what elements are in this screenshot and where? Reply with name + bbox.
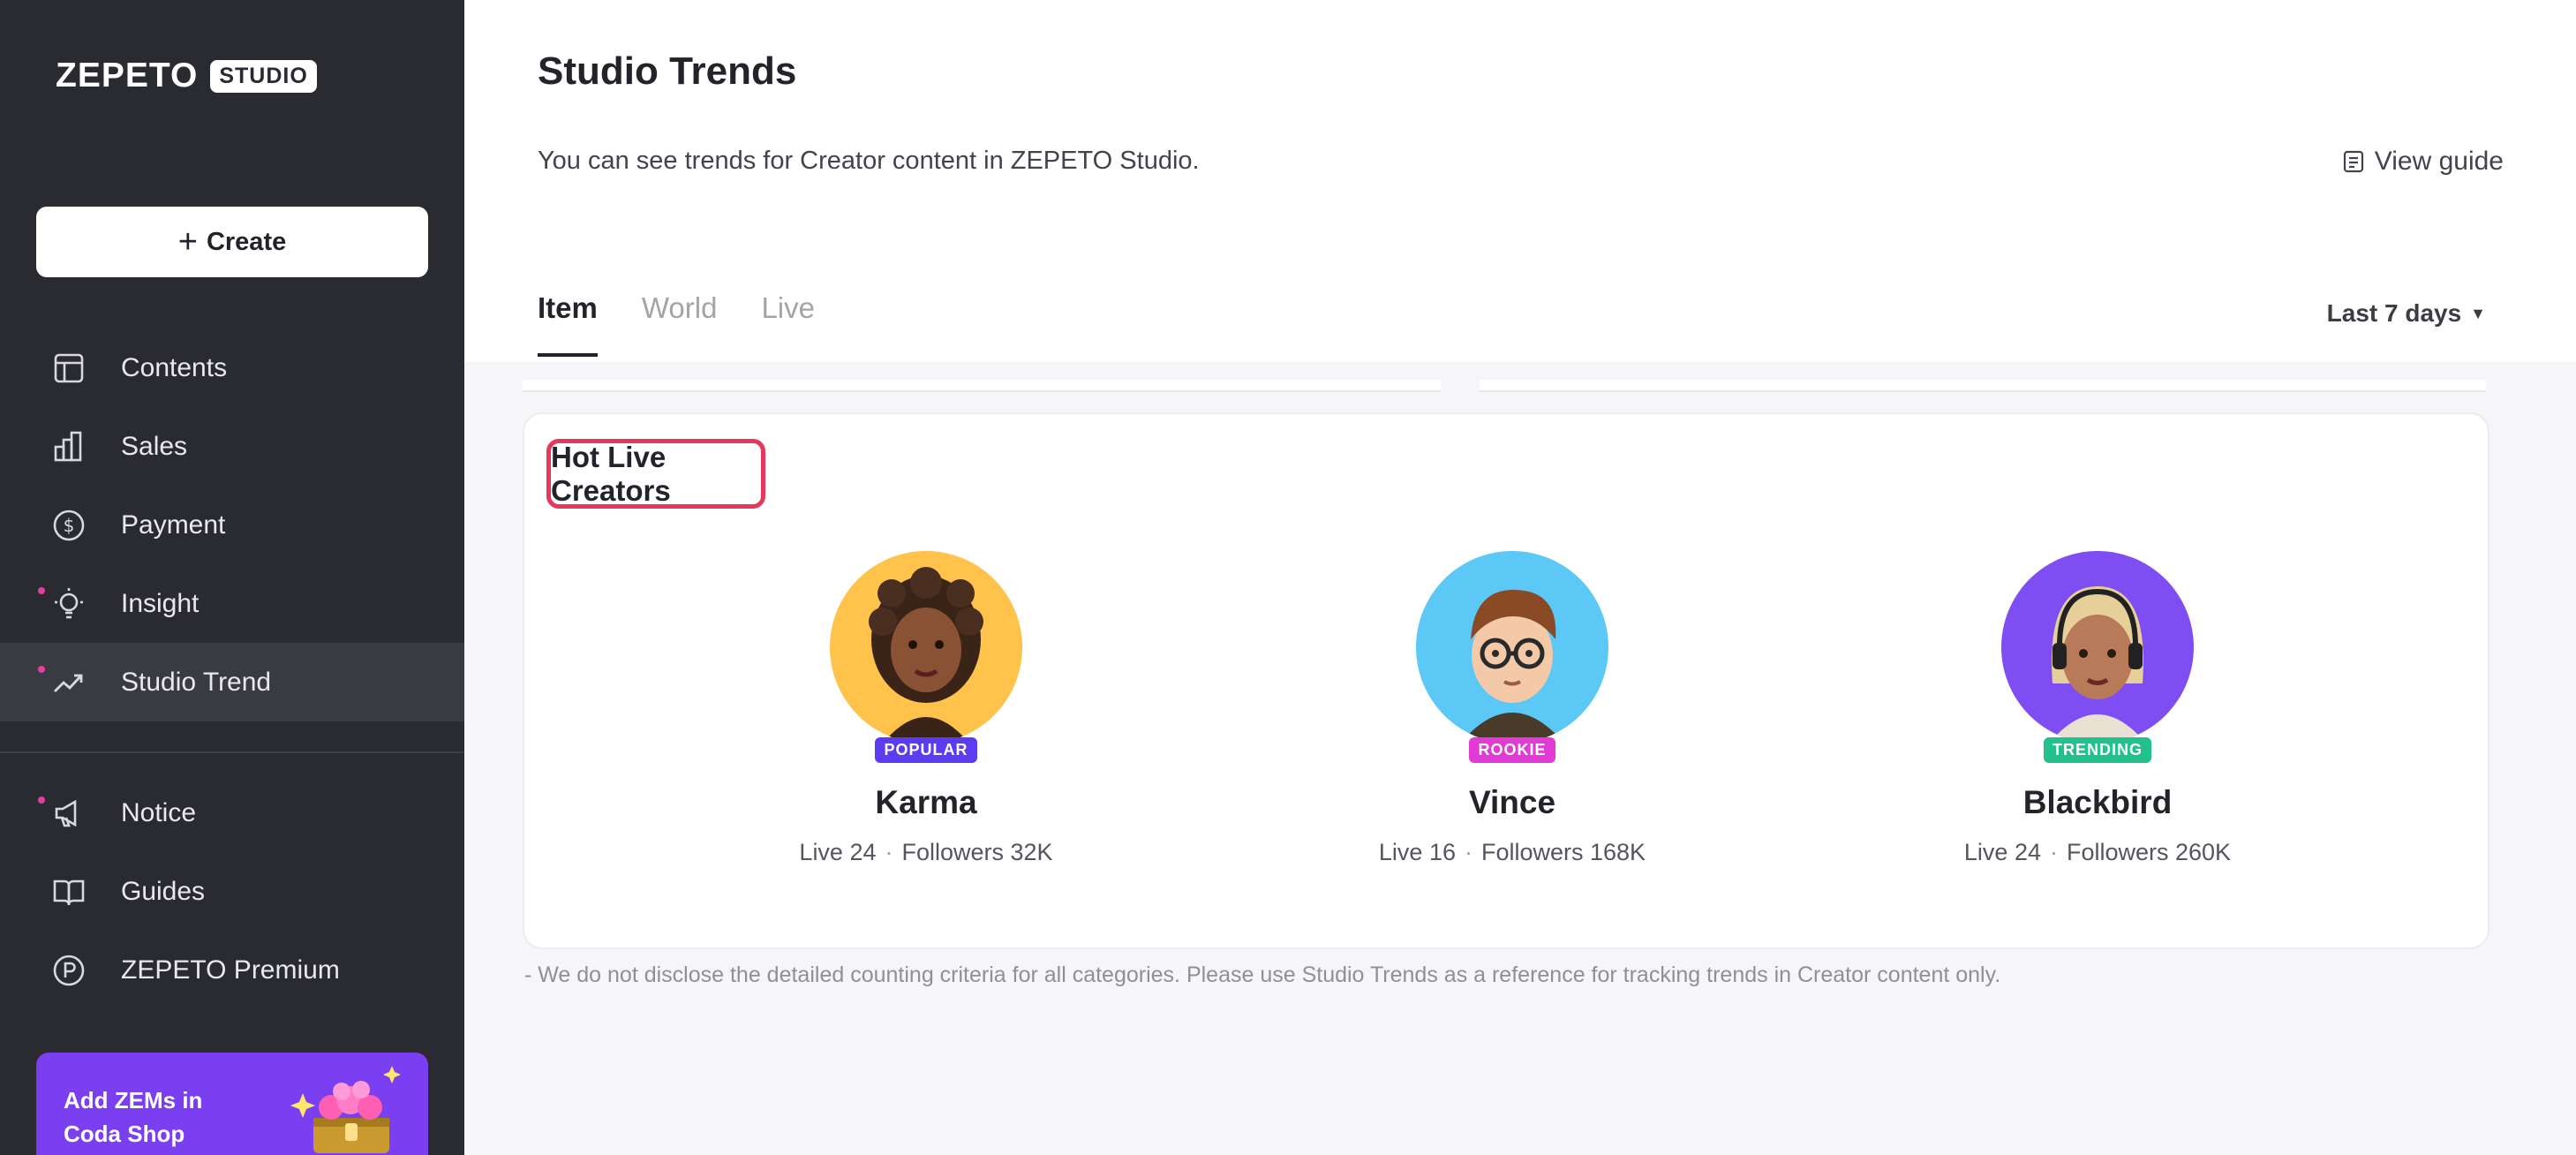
dollar-circle-icon: $ [53, 510, 85, 540]
sidebar-divider [0, 751, 464, 753]
status-badge: ROOKIE [1469, 737, 1555, 763]
main-content: Studio Trends You can see trends for Cre… [464, 0, 2576, 1155]
coda-shop-promo-banner[interactable]: Add ZEMs in Coda Shop [36, 1053, 428, 1155]
sidebar-item-zepeto-premium[interactable]: ZEPETO Premium [0, 931, 464, 1009]
tab-world[interactable]: World [642, 291, 718, 357]
trend-tabs: Item World Live [538, 291, 815, 357]
creator-name: Karma [875, 784, 977, 820]
promo-line-1: Add ZEMs in [64, 1087, 203, 1113]
treasure-chest-icon [290, 1066, 401, 1153]
layout-icon [54, 353, 84, 382]
logo-badge: STUDIO [210, 59, 317, 93]
live-count: Live 24 [1963, 839, 2041, 865]
avatar-illustration [869, 567, 983, 744]
lightbulb-icon [55, 587, 83, 618]
book-icon [53, 879, 85, 905]
promo-text: Add ZEMs in Coda Shop [64, 1083, 202, 1151]
creator-name: Vince [1468, 784, 1556, 820]
megaphone-icon [55, 799, 77, 827]
tab-item[interactable]: Item [538, 291, 598, 357]
sidebar-item-label: Guides [121, 876, 206, 906]
followers-count: Followers 32K [901, 839, 1053, 865]
sidebar-item-contents[interactable]: Contents [0, 328, 464, 407]
section-title: Hot Live Creators [546, 439, 765, 509]
sidebar-item-sales[interactable]: Sales [0, 407, 464, 486]
caret-down-icon: ▼ [2470, 304, 2486, 322]
separator-dot: · [1464, 839, 1473, 865]
trend-up-icon [54, 674, 83, 692]
notification-dot [38, 796, 45, 804]
separator-dot: · [885, 839, 893, 865]
sidebar-nav-main: Contents Sales $ Payment Insight Studio … [0, 328, 464, 721]
creator-stats: Live 24 · Followers 32K [741, 839, 1111, 866]
view-guide-label: View guide [2374, 147, 2504, 176]
panel-edge-right [1480, 380, 2486, 392]
disclaimer-footnote: - We do not disclose the detailed counti… [524, 962, 2001, 987]
sidebar-item-insight[interactable]: Insight [0, 564, 464, 643]
promo-line-2: Coda Shop [64, 1121, 185, 1147]
period-dropdown[interactable]: Last 7 days ▼ [2327, 299, 2486, 328]
separator-dot: · [2049, 839, 2058, 865]
tab-live[interactable]: Live [761, 291, 815, 357]
notification-dot [38, 587, 45, 594]
sidebar-item-label: Sales [121, 431, 188, 461]
sidebar-item-label: Studio Trend [121, 667, 272, 697]
sidebar-item-label: Insight [121, 588, 200, 618]
avatar-illustration [2049, 586, 2146, 744]
sidebar-item-label: Contents [121, 352, 228, 382]
sidebar-item-label: Payment [121, 510, 226, 540]
sidebar-item-label: ZEPETO Premium [121, 955, 340, 985]
sidebar-item-studio-trend[interactable]: Studio Trend [0, 643, 464, 721]
premium-circle-icon [53, 955, 85, 985]
sidebar: ZEPETO STUDIO + Create Contents Sales $ … [0, 0, 464, 1155]
bar-chart-icon [54, 431, 82, 461]
creator-card-blackbird[interactable]: TRENDING Blackbird Live 24 · Followers 260… [1912, 551, 2283, 866]
logo-word: ZEPETO [56, 57, 199, 94]
status-badge: POPULAR [875, 737, 977, 763]
document-icon [2343, 150, 2363, 173]
svg-text:$: $ [64, 515, 75, 536]
creator-card-karma[interactable]: POPULAR Karma Live 24 · Followers 32K [741, 551, 1111, 866]
avatar [1416, 551, 1608, 744]
avatar [830, 551, 1022, 744]
create-label: Create [206, 227, 287, 256]
followers-count: Followers 260K [2066, 839, 2232, 865]
view-guide-link[interactable]: View guide [2341, 147, 2504, 177]
status-badge: TRENDING [2044, 737, 2151, 763]
panel-edge-left [523, 380, 1441, 392]
creator-name: Blackbird [2022, 784, 2173, 820]
page-title: Studio Trends [538, 49, 797, 93]
sidebar-item-label: Notice [121, 797, 197, 827]
live-count: Live 16 [1378, 839, 1456, 865]
period-label: Last 7 days [2326, 299, 2462, 327]
zepeto-studio-logo[interactable]: ZEPETO STUDIO [56, 57, 317, 95]
creator-stats: Live 24 · Followers 260K [1912, 839, 2283, 866]
page-subtitle: You can see trends for Creator content i… [538, 147, 1200, 175]
plus-icon: + [177, 223, 198, 260]
avatar [2001, 551, 2194, 744]
live-count: Live 24 [799, 839, 877, 865]
creator-stats: Live 16 · Followers 168K [1327, 839, 1698, 866]
avatar-illustration [1460, 589, 1564, 744]
sidebar-nav-secondary: Notice Guides ZEPETO Premium [0, 774, 464, 1009]
sidebar-item-notice[interactable]: Notice [0, 774, 464, 852]
sidebar-item-guides[interactable]: Guides [0, 852, 464, 931]
creator-card-vince[interactable]: ROOKIE Vince Live 16 · Followers 168K [1327, 551, 1698, 866]
followers-count: Followers 168K [1480, 839, 1646, 865]
sidebar-item-payment[interactable]: $ Payment [0, 486, 464, 564]
create-button[interactable]: + Create [36, 207, 428, 277]
notification-dot [38, 666, 45, 673]
